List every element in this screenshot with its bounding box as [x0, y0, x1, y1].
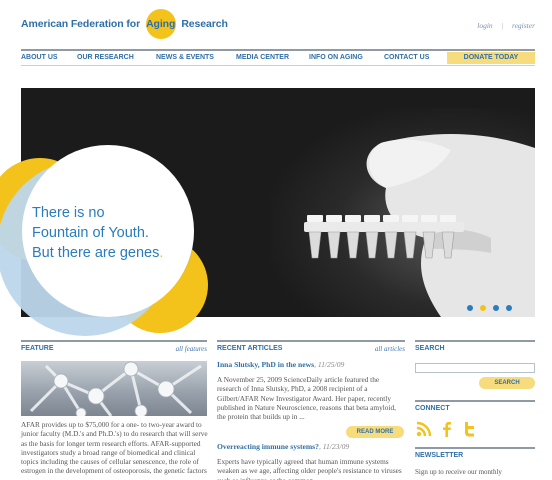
search-button[interactable]: SEARCH [479, 377, 535, 389]
hero-headline-line3-text: But there are genes [32, 245, 160, 261]
nav-info-on-aging[interactable]: INFO ON AGING [309, 54, 363, 61]
search-title: SEARCH [415, 345, 445, 352]
recent-articles-title: RECENT ARTICLES [217, 345, 283, 352]
article-2-date: 11/23/09 [322, 442, 350, 451]
all-features-link[interactable]: all features [176, 345, 207, 353]
connect-header: CONNECT [415, 400, 535, 412]
newsletter-header: NEWSLETTER [415, 447, 535, 459]
read-more-button[interactable]: READ MORE [346, 426, 404, 438]
feature-title: FEATURE [21, 345, 54, 352]
feature-body-text: AFAR provides up to $75,000 for a one- t… [21, 420, 208, 476]
hero-headline: There is no Fountain of Youth. But there… [32, 203, 202, 263]
hero-slide-dots [467, 305, 512, 311]
twitter-icon[interactable] [461, 420, 479, 438]
user-links: login | register [477, 21, 535, 30]
search-input[interactable] [415, 363, 535, 373]
all-articles-link[interactable]: all articles [375, 345, 405, 353]
donate-today-button[interactable]: DONATE TODAY [447, 52, 535, 64]
logo-text-aging: Aging [145, 9, 176, 39]
hero-headline-line3: But there are genes. [32, 243, 202, 263]
hero-slide-dot-2[interactable] [480, 305, 486, 311]
register-link[interactable]: register [512, 21, 535, 30]
connect-title: CONNECT [415, 405, 450, 412]
newsletter-title: NEWSLETTER [415, 452, 464, 459]
hero-slide-dot-1[interactable] [467, 305, 473, 311]
article-2-heading: Overreacting immune systems?, 11/23/09 [217, 442, 350, 451]
molecule-structure-image [29, 361, 202, 416]
article-2-body: Experts have typically agreed that human… [217, 457, 402, 480]
rss-icon[interactable] [415, 420, 433, 438]
hero-headline-line1: There is no [32, 205, 105, 221]
article-1-body: A November 25, 2009 ScienceDaily article… [217, 375, 396, 422]
hero-slide-dot-4[interactable] [506, 305, 512, 311]
article-1-date: 11/25/09 [317, 360, 345, 369]
article-1-heading: Inna Slutsky, PhD in the news, 11/25/09 [217, 360, 345, 369]
user-links-separator: | [501, 21, 504, 30]
recent-articles-header: RECENT ARTICLES all articles [217, 340, 405, 353]
nav-media-center[interactable]: MEDIA CENTER [236, 54, 289, 61]
hero-circles-graphic [0, 145, 208, 336]
facebook-icon[interactable] [438, 420, 456, 438]
nav-contact-us[interactable]: CONTACT US [384, 54, 429, 61]
feature-header: FEATURE all features [21, 340, 207, 353]
newsletter-text: Sign up to receive our monthly [415, 468, 502, 476]
article-2-title-link[interactable]: Overreacting immune systems? [217, 442, 319, 451]
hero-headline-line2: Fountain of Youth. [32, 225, 149, 241]
feature-image[interactable] [21, 361, 207, 416]
login-link[interactable]: login [477, 21, 492, 30]
hero-slide-dot-3[interactable] [493, 305, 499, 311]
hero-headline-dot: . [159, 245, 164, 261]
article-1-title-link[interactable]: Inna Slutsky, PhD in the news [217, 360, 314, 369]
search-header: SEARCH [415, 340, 535, 352]
